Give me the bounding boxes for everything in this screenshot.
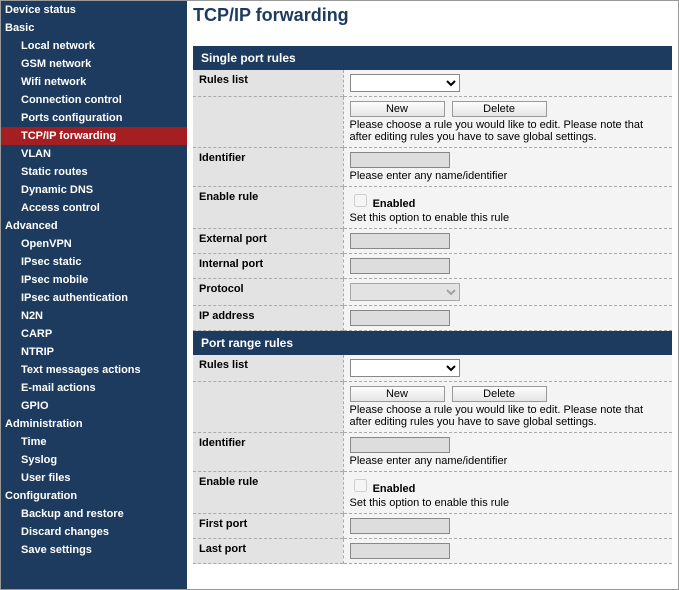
sidebar-item-e-mail-actions[interactable]: E-mail actions xyxy=(1,379,187,397)
new-button-range[interactable]: New xyxy=(350,386,445,402)
sidebar-item-gpio[interactable]: GPIO xyxy=(1,397,187,415)
page-title: TCP/IP forwarding xyxy=(193,5,672,26)
sidebar-item-carp[interactable]: CARP xyxy=(1,325,187,343)
sidebar-item-vlan[interactable]: VLAN xyxy=(1,145,187,163)
sidebar-item-backup-and-restore[interactable]: Backup and restore xyxy=(1,505,187,523)
delete-button-single[interactable]: Delete xyxy=(452,101,547,117)
label-rules-list: Rules list xyxy=(193,70,343,97)
sidebar-item-ntrip[interactable]: NTRIP xyxy=(1,343,187,361)
label-enable-rule: Enable rule xyxy=(193,187,343,229)
port-range-form: Rules list New Delete Please choose a ru… xyxy=(193,355,672,564)
sidebar-item-n2n[interactable]: N2N xyxy=(1,307,187,325)
sidebar-item-gsm-network[interactable]: GSM network xyxy=(1,55,187,73)
input-single-identifier[interactable] xyxy=(350,152,450,168)
label-internal-port: Internal port xyxy=(193,254,343,279)
sidebar-item-wifi-network[interactable]: Wifi network xyxy=(1,73,187,91)
input-ip-address[interactable] xyxy=(350,310,450,326)
section-range-heading: Port range rules xyxy=(193,331,672,355)
input-external-port[interactable] xyxy=(350,233,450,249)
sidebar-item-discard-changes[interactable]: Discard changes xyxy=(1,523,187,541)
select-range-rules-list[interactable] xyxy=(350,359,460,377)
input-last-port[interactable] xyxy=(350,543,450,559)
sidebar-item-advanced[interactable]: Advanced xyxy=(1,217,187,235)
label-last-port: Last port xyxy=(193,539,343,564)
label-first-port: First port xyxy=(193,514,343,539)
main-content: TCP/IP forwarding Single port rules Rule… xyxy=(187,1,678,589)
help-range-enable: Set this option to enable this rule xyxy=(350,497,667,509)
sidebar-item-ipsec-static[interactable]: IPsec static xyxy=(1,253,187,271)
sidebar-item-save-settings[interactable]: Save settings xyxy=(1,541,187,559)
checkbox-single-enable[interactable] xyxy=(354,194,367,207)
label-external-port: External port xyxy=(193,229,343,254)
checkbox-range-enable[interactable] xyxy=(354,479,367,492)
select-single-rules-list[interactable] xyxy=(350,74,460,92)
new-button-single[interactable]: New xyxy=(350,101,445,117)
sidebar-item-connection-control[interactable]: Connection control xyxy=(1,91,187,109)
sidebar-item-administration[interactable]: Administration xyxy=(1,415,187,433)
label-range-enable: Enable rule xyxy=(193,472,343,514)
input-internal-port[interactable] xyxy=(350,258,450,274)
help-single-identifier: Please enter any name/identifier xyxy=(350,170,667,182)
input-first-port[interactable] xyxy=(350,518,450,534)
select-protocol[interactable] xyxy=(350,283,460,301)
sidebar-item-local-network[interactable]: Local network xyxy=(1,37,187,55)
sidebar-item-dynamic-dns[interactable]: Dynamic DNS xyxy=(1,181,187,199)
sidebar-item-device-status[interactable]: Device status xyxy=(1,1,187,19)
sidebar-item-access-control[interactable]: Access control xyxy=(1,199,187,217)
sidebar: Device statusBasicLocal networkGSM netwo… xyxy=(1,1,187,589)
label-ip-address: IP address xyxy=(193,306,343,331)
label-range-rules-list: Rules list xyxy=(193,355,343,382)
help-single-enable: Set this option to enable this rule xyxy=(350,212,667,224)
single-port-form: Rules list New Delete Please choose a ru… xyxy=(193,70,672,331)
enabled-label-range: Enabled xyxy=(373,483,416,495)
sidebar-item-syslog[interactable]: Syslog xyxy=(1,451,187,469)
sidebar-item-ipsec-authentication[interactable]: IPsec authentication xyxy=(1,289,187,307)
label-protocol: Protocol xyxy=(193,279,343,306)
section-single-heading: Single port rules xyxy=(193,46,672,70)
sidebar-item-openvpn[interactable]: OpenVPN xyxy=(1,235,187,253)
sidebar-item-tcp-ip-forwarding[interactable]: TCP/IP forwarding xyxy=(1,127,187,145)
help-single-rules-list: Please choose a rule you would like to e… xyxy=(350,119,667,143)
input-range-identifier[interactable] xyxy=(350,437,450,453)
help-range-rules-list: Please choose a rule you would like to e… xyxy=(350,404,667,428)
sidebar-item-ipsec-mobile[interactable]: IPsec mobile xyxy=(1,271,187,289)
sidebar-item-static-routes[interactable]: Static routes xyxy=(1,163,187,181)
sidebar-item-basic[interactable]: Basic xyxy=(1,19,187,37)
sidebar-item-time[interactable]: Time xyxy=(1,433,187,451)
sidebar-item-configuration[interactable]: Configuration xyxy=(1,487,187,505)
delete-button-range[interactable]: Delete xyxy=(452,386,547,402)
sidebar-item-user-files[interactable]: User files xyxy=(1,469,187,487)
label-identifier: Identifier xyxy=(193,148,343,187)
help-range-identifier: Please enter any name/identifier xyxy=(350,455,667,467)
enabled-label-single: Enabled xyxy=(373,198,416,210)
label-range-identifier: Identifier xyxy=(193,433,343,472)
sidebar-item-ports-configuration[interactable]: Ports configuration xyxy=(1,109,187,127)
sidebar-item-text-messages-actions[interactable]: Text messages actions xyxy=(1,361,187,379)
